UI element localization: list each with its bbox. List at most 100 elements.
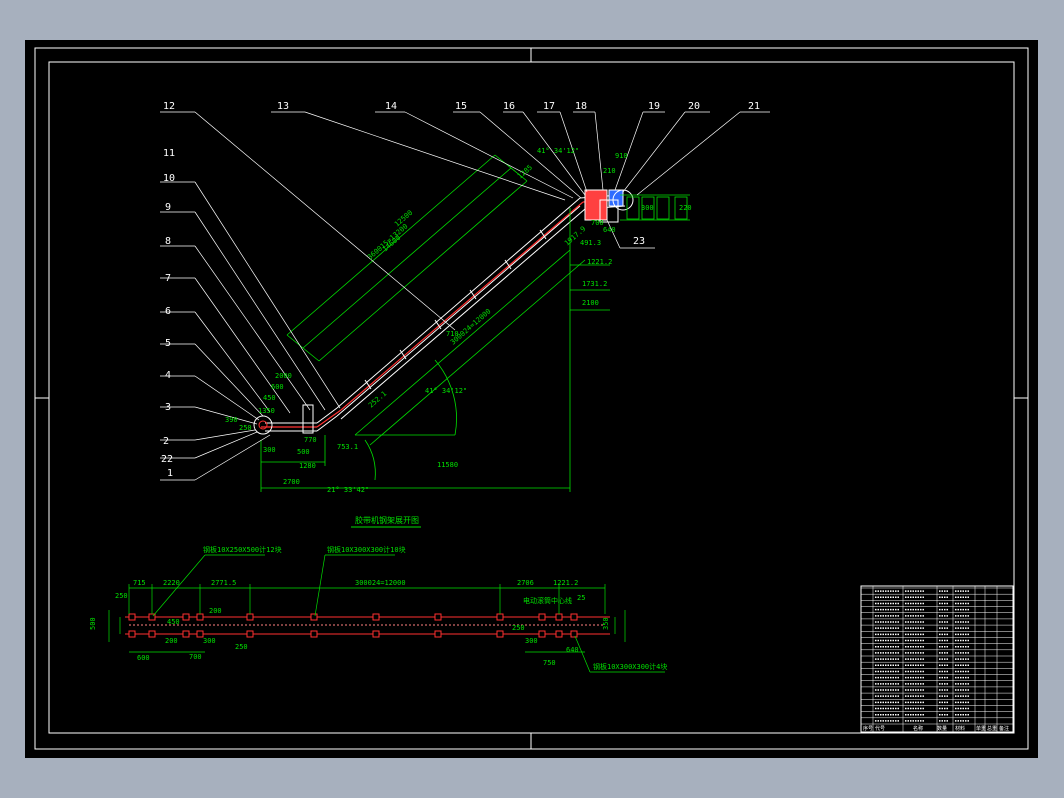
plan-title: 胶带机钢架展开图 <box>355 515 419 525</box>
tail-pulley-hub <box>258 420 268 430</box>
dim-1285: 1285 <box>516 163 534 180</box>
balloon-16: 16 <box>503 101 515 112</box>
balloon-13: 13 <box>277 101 289 112</box>
balloon-14: 14 <box>385 101 397 112</box>
dim-1350: 1350 <box>258 407 275 415</box>
note-plates-10: 钢板10X300X300计10块 <box>327 545 406 554</box>
pdim-200: 200 <box>165 637 178 645</box>
tb-footer-5: 单重 <box>976 725 986 732</box>
dim-390: 390 <box>225 416 238 424</box>
balloon-22: 22 <box>161 454 173 465</box>
plan-dim-texts: 715 2220 2771.5 300024=12000 2706 1221.2… <box>89 579 610 667</box>
dim-2000: 2000 <box>275 372 292 380</box>
note-plates-12: 钢板10X250X500计12块 <box>203 545 282 554</box>
angle-bottom: 21° 33'42" <box>327 486 369 494</box>
dim-300: 300 <box>263 446 276 454</box>
dim-1280: 1280 <box>299 462 316 470</box>
balloon-17: 17 <box>543 101 555 112</box>
elevation-view: 1 2 22 3 4 5 6 7 8 9 10 11 12 13 14 15 1 <box>160 101 770 494</box>
balloon-5: 5 <box>165 338 171 349</box>
note-drive-centerline: 电动滚筒中心线 <box>523 596 572 605</box>
plan-note-leaders <box>152 554 665 673</box>
dim-770: 770 <box>304 436 317 444</box>
pdim-700: 700 <box>189 653 202 661</box>
pdim-750: 750 <box>543 659 556 667</box>
pdim-300b: 300 <box>525 637 538 645</box>
dim-2100: 2100 <box>582 299 599 307</box>
note-plates-4: 钢板10X300X300计4块 <box>593 662 667 671</box>
plan-view: 胶带机钢架展开图 715 2220 2771.5 300024=12000 27… <box>89 515 667 673</box>
dim-753: 753.1 <box>337 443 358 451</box>
cad-viewport: 1 2 22 3 4 5 6 7 8 9 10 11 12 13 14 15 1 <box>0 0 1064 798</box>
balloon-9: 9 <box>165 202 171 213</box>
pdim-2220: 2220 <box>163 579 180 587</box>
pdim-2771: 2771.5 <box>211 579 236 587</box>
balloon-19: 19 <box>648 101 660 112</box>
dim-500: 500 <box>297 448 310 456</box>
tail-support <box>302 404 314 434</box>
tb-footer-3: 数量 <box>937 725 947 732</box>
drawing-canvas[interactable]: 1 2 22 3 4 5 6 7 8 9 10 11 12 13 14 15 1 <box>25 40 1038 758</box>
dim-300b: 300 <box>641 204 654 212</box>
tb-footer-4: 材料 <box>955 725 965 732</box>
dim-640: 640 <box>603 226 616 234</box>
dim-220: 220 <box>679 204 692 212</box>
balloon-18: 18 <box>575 101 587 112</box>
plan-notes: 钢板10X250X500计12块 钢板10X300X300计10块 电动滚筒中心… <box>203 545 667 671</box>
balloon-7: 7 <box>165 273 171 284</box>
balloon-1: 1 <box>167 468 173 479</box>
pdim-250: 250 <box>115 592 128 600</box>
balloon-23: 23 <box>633 236 645 247</box>
pdim-2706: 2706 <box>517 579 534 587</box>
pdim-300024: 300024=12000 <box>355 579 406 587</box>
dim-11580: 11580 <box>437 461 458 469</box>
balloon-8: 8 <box>165 236 171 247</box>
pdim-350: 350 <box>602 617 610 630</box>
dim-1731: 1731.2 <box>582 280 607 288</box>
idler-marks <box>364 229 547 390</box>
title-block: 序号 代号 名称 数量 材料 单重 总重 备注 <box>860 585 1014 733</box>
title-block-footer: 序号 代号 名称 数量 材料 单重 总重 备注 <box>863 725 1009 732</box>
dim-450: 450 <box>263 394 276 402</box>
angle-mid: 41° 34'12" <box>425 387 467 395</box>
pdim-715: 715 <box>133 579 146 587</box>
pdim-500: 500 <box>89 617 97 630</box>
balloon-4: 4 <box>165 370 171 381</box>
balloon-10: 10 <box>163 173 175 184</box>
pdim-600: 600 <box>137 654 150 662</box>
angle-top: 41° 34'12" <box>537 147 579 155</box>
balloon-12: 12 <box>163 101 175 112</box>
balloon-6: 6 <box>165 306 171 317</box>
dim-600: 600 <box>271 383 284 391</box>
balloon-20: 20 <box>688 101 700 112</box>
dim-910: 910 <box>615 152 628 160</box>
dim-700: 700 <box>591 219 604 227</box>
pdim-450: 450 <box>167 618 180 626</box>
tb-footer-2: 名称 <box>913 725 923 732</box>
head-chute <box>584 189 608 221</box>
dim-252: 252.1 <box>367 390 388 410</box>
pdim-250b: 250 <box>235 643 248 651</box>
balloon-11: 11 <box>163 148 175 159</box>
tb-footer-7: 备注 <box>999 725 1009 732</box>
dim-1221: 1221.2 <box>587 258 612 266</box>
pdim-250c: 250 <box>512 624 525 632</box>
balloon-21: 21 <box>748 101 760 112</box>
dim-710: 710 <box>446 330 459 338</box>
dim-2700: 2700 <box>283 478 300 486</box>
pdim-640: 640 <box>566 646 579 654</box>
pdim-300: 300 <box>203 637 216 645</box>
dim-491: 491.3 <box>580 239 601 247</box>
balloon-3: 3 <box>165 402 171 413</box>
drawing-svg: 1 2 22 3 4 5 6 7 8 9 10 11 12 13 14 15 1 <box>34 47 1029 750</box>
inner-border <box>48 61 1015 734</box>
pdim-1221: 1221.2 <box>553 579 578 587</box>
conveyor-frame <box>265 194 626 432</box>
balloon-15: 15 <box>455 101 467 112</box>
tb-footer-1: 代号 <box>875 725 885 732</box>
tb-footer-0: 序号 <box>863 725 873 732</box>
pdim-25: 25 <box>577 594 585 602</box>
pdim-200b: 200 <box>209 607 222 615</box>
dim-210: 210 <box>603 167 616 175</box>
dim-250: 250 <box>239 424 252 432</box>
